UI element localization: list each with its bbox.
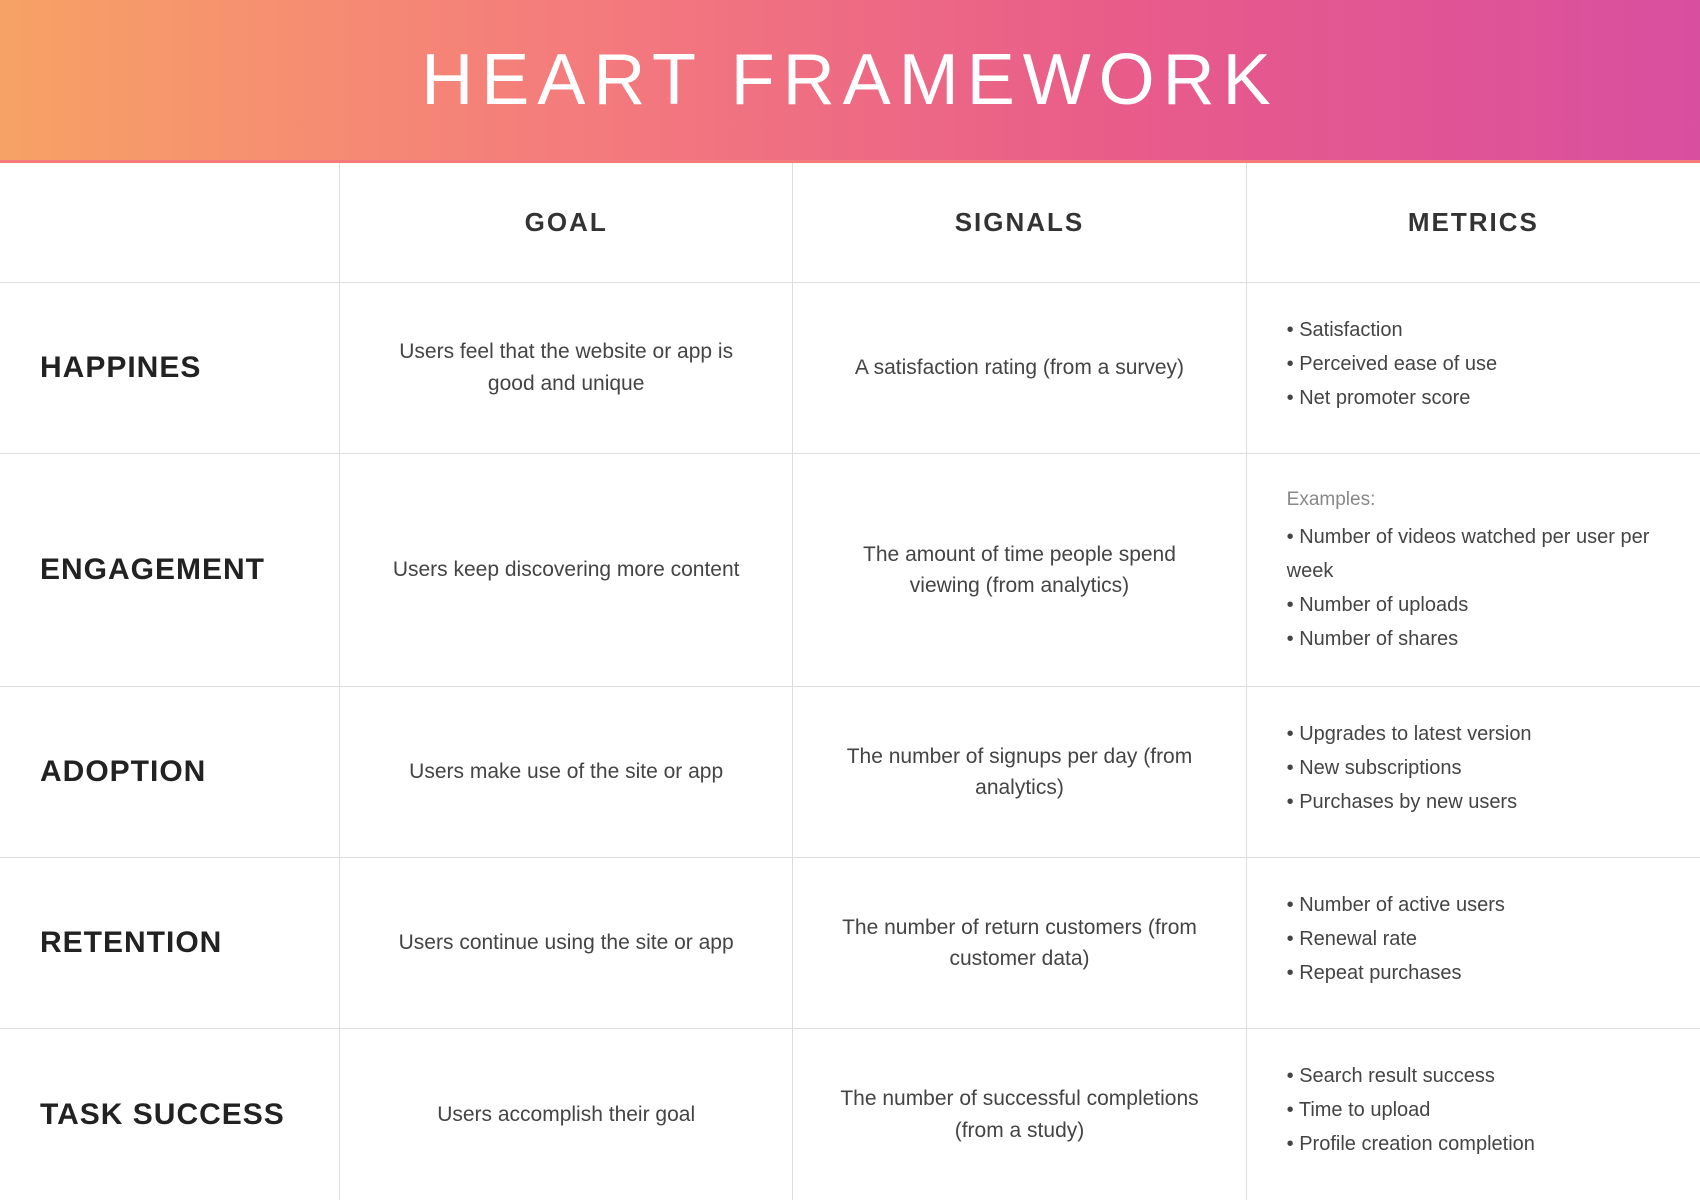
page-title: HEART FRAMEWORK [421, 39, 1278, 121]
row-adoption-signal: The number of signups per day (from anal… [793, 687, 1246, 858]
row-engagement-label: ENGAGEMENT [0, 454, 340, 687]
row-happiness-label: HAPPINES [0, 283, 340, 454]
row-tasksuccess-metrics: • Search result success• Time to upload•… [1247, 1029, 1700, 1200]
row-retention-goal: Users continue using the site or app [340, 858, 793, 1029]
metrics-item: • Number of uploads [1287, 588, 1469, 622]
row-engagement-metrics: Examples: • Number of videos watched per … [1247, 454, 1700, 687]
row-adoption-metrics: • Upgrades to latest version• New subscr… [1247, 687, 1700, 858]
metrics-item: • Upgrades to latest version [1287, 717, 1532, 751]
row-tasksuccess-goal: Users accomplish their goal [340, 1029, 793, 1200]
metrics-item: • Repeat purchases [1287, 956, 1462, 990]
col-header-empty [0, 163, 340, 283]
metrics-item: • Profile creation completion [1287, 1127, 1535, 1161]
metrics-item: • Number of active users [1287, 888, 1505, 922]
col-header-goal: GOAL [340, 163, 793, 283]
col-header-metrics: METRICS [1247, 163, 1700, 283]
row-happiness-goal: Users feel that the website or app is go… [340, 283, 793, 454]
metrics-item: • Purchases by new users [1287, 785, 1517, 819]
metrics-item: • Number of videos watched per user per … [1287, 520, 1660, 588]
row-tasksuccess-signal: The number of successful completions (fr… [793, 1029, 1246, 1200]
metrics-note: Examples: [1287, 484, 1376, 516]
row-engagement-goal: Users keep discovering more content [340, 454, 793, 687]
header: HEART FRAMEWORK [0, 0, 1700, 160]
row-happiness-metrics: • Satisfaction• Perceived ease of use• N… [1247, 283, 1700, 454]
metrics-item: • Satisfaction [1287, 313, 1403, 347]
row-engagement-signal: The amount of time people spend viewing … [793, 454, 1246, 687]
row-adoption-label: ADOPTION [0, 687, 340, 858]
row-tasksuccess-label: TASK SUCCESS [0, 1029, 340, 1200]
row-retention-metrics: • Number of active users• Renewal rate• … [1247, 858, 1700, 1029]
metrics-item: • Net promoter score [1287, 381, 1471, 415]
row-retention-signal: The number of return customers (from cus… [793, 858, 1246, 1029]
metrics-item: • Search result success [1287, 1059, 1495, 1093]
framework-table: GOAL SIGNALS METRICS HAPPINES Users feel… [0, 163, 1700, 1200]
row-adoption-goal: Users make use of the site or app [340, 687, 793, 858]
metrics-item: • Time to upload [1287, 1093, 1431, 1127]
metrics-item: • New subscriptions [1287, 751, 1462, 785]
metrics-item: • Number of shares [1287, 622, 1459, 656]
metrics-item: • Perceived ease of use [1287, 347, 1497, 381]
row-retention-label: RETENTION [0, 858, 340, 1029]
metrics-item: • Renewal rate [1287, 922, 1417, 956]
row-happiness-signal: A satisfaction rating (from a survey) [793, 283, 1246, 454]
col-header-signals: SIGNALS [793, 163, 1246, 283]
